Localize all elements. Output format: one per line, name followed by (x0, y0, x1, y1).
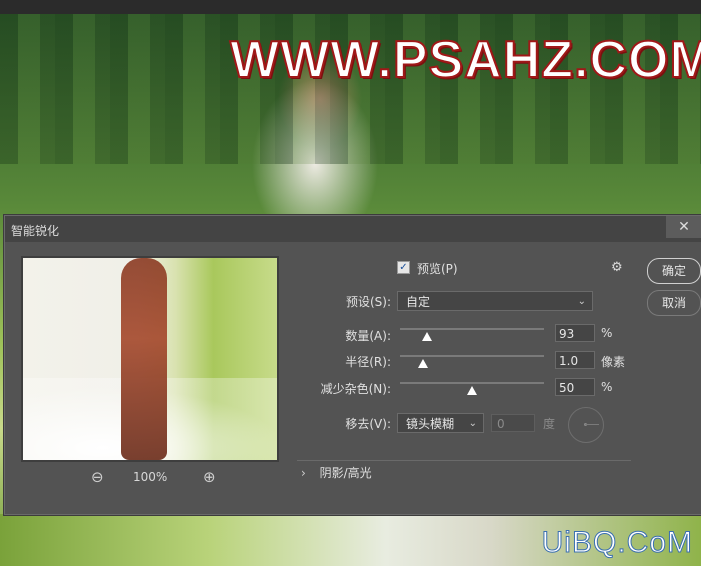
chevron-down-icon: ⌄ (468, 418, 477, 429)
preview-image[interactable] (23, 258, 277, 460)
zoom-controls: ⊖ 100% ⊕ (21, 468, 279, 488)
angle-field: 0 (491, 414, 535, 432)
cancel-button[interactable]: 取消 (647, 290, 701, 316)
reduce-noise-field[interactable]: 50 (555, 378, 595, 396)
amount-label: 数量(A): (345, 329, 391, 343)
remove-value: 镜头模糊 (406, 417, 455, 431)
amount-unit: % (601, 326, 613, 340)
smart-sharpen-dialog: 智能锐化 ✕ ⊖ 100% ⊕ ✓ 预览(P) ⚙ 确定 取消 预设(S): 自… (4, 215, 701, 515)
angle-dial (568, 407, 604, 443)
radius-slider-thumb[interactable] (418, 359, 429, 368)
reduce-noise-label: 减少杂色(N): (320, 382, 391, 396)
preset-select[interactable]: 自定 ⌄ (397, 291, 593, 311)
preview-hair (121, 258, 167, 460)
zoom-out-icon[interactable]: ⊖ (91, 468, 104, 486)
preview-pane[interactable] (21, 256, 279, 462)
close-icon[interactable]: ✕ (666, 216, 701, 238)
divider (297, 460, 631, 461)
gear-icon[interactable]: ⚙ (611, 260, 623, 275)
preset-value: 自定 (406, 295, 431, 309)
preset-label: 预设(S): (345, 295, 391, 309)
remove-label: 移去(V): (345, 417, 391, 431)
radius-slider[interactable] (400, 355, 544, 357)
reduce-noise-slider[interactable] (400, 382, 544, 384)
shadows-highlights-toggle[interactable]: › 阴影/高光 (301, 464, 372, 481)
remove-select[interactable]: 镜头模糊 ⌄ (397, 413, 484, 433)
radius-field[interactable]: 1.0 (555, 351, 595, 369)
chevron-down-icon: ⌄ (577, 296, 586, 307)
angle-unit: 度 (543, 417, 556, 431)
amount-field[interactable]: 93 (555, 324, 595, 342)
radius-unit: 像素 (601, 355, 626, 369)
shadows-highlights-label: 阴影/高光 (319, 466, 372, 480)
reduce-noise-slider-thumb[interactable] (467, 386, 477, 395)
watermark-bottom: UiBQ.CoM (541, 526, 693, 560)
chevron-right-icon: › (301, 466, 306, 480)
ok-button[interactable]: 确定 (647, 258, 701, 284)
radius-label: 半径(R): (345, 355, 391, 369)
preview-checkbox[interactable]: ✓ (397, 261, 410, 274)
zoom-in-icon[interactable]: ⊕ (203, 468, 216, 486)
dialog-titlebar[interactable]: 智能锐化 ✕ (5, 216, 701, 242)
reduce-noise-unit: % (601, 380, 613, 394)
amount-slider[interactable] (400, 328, 544, 330)
zoom-level: 100% (133, 470, 168, 484)
dialog-title: 智能锐化 (11, 224, 60, 238)
preview-label[interactable]: 预览(P) (417, 260, 458, 277)
watermark-top: WWW.PSAHZ.COM (229, 30, 701, 90)
amount-slider-thumb[interactable] (422, 332, 433, 341)
